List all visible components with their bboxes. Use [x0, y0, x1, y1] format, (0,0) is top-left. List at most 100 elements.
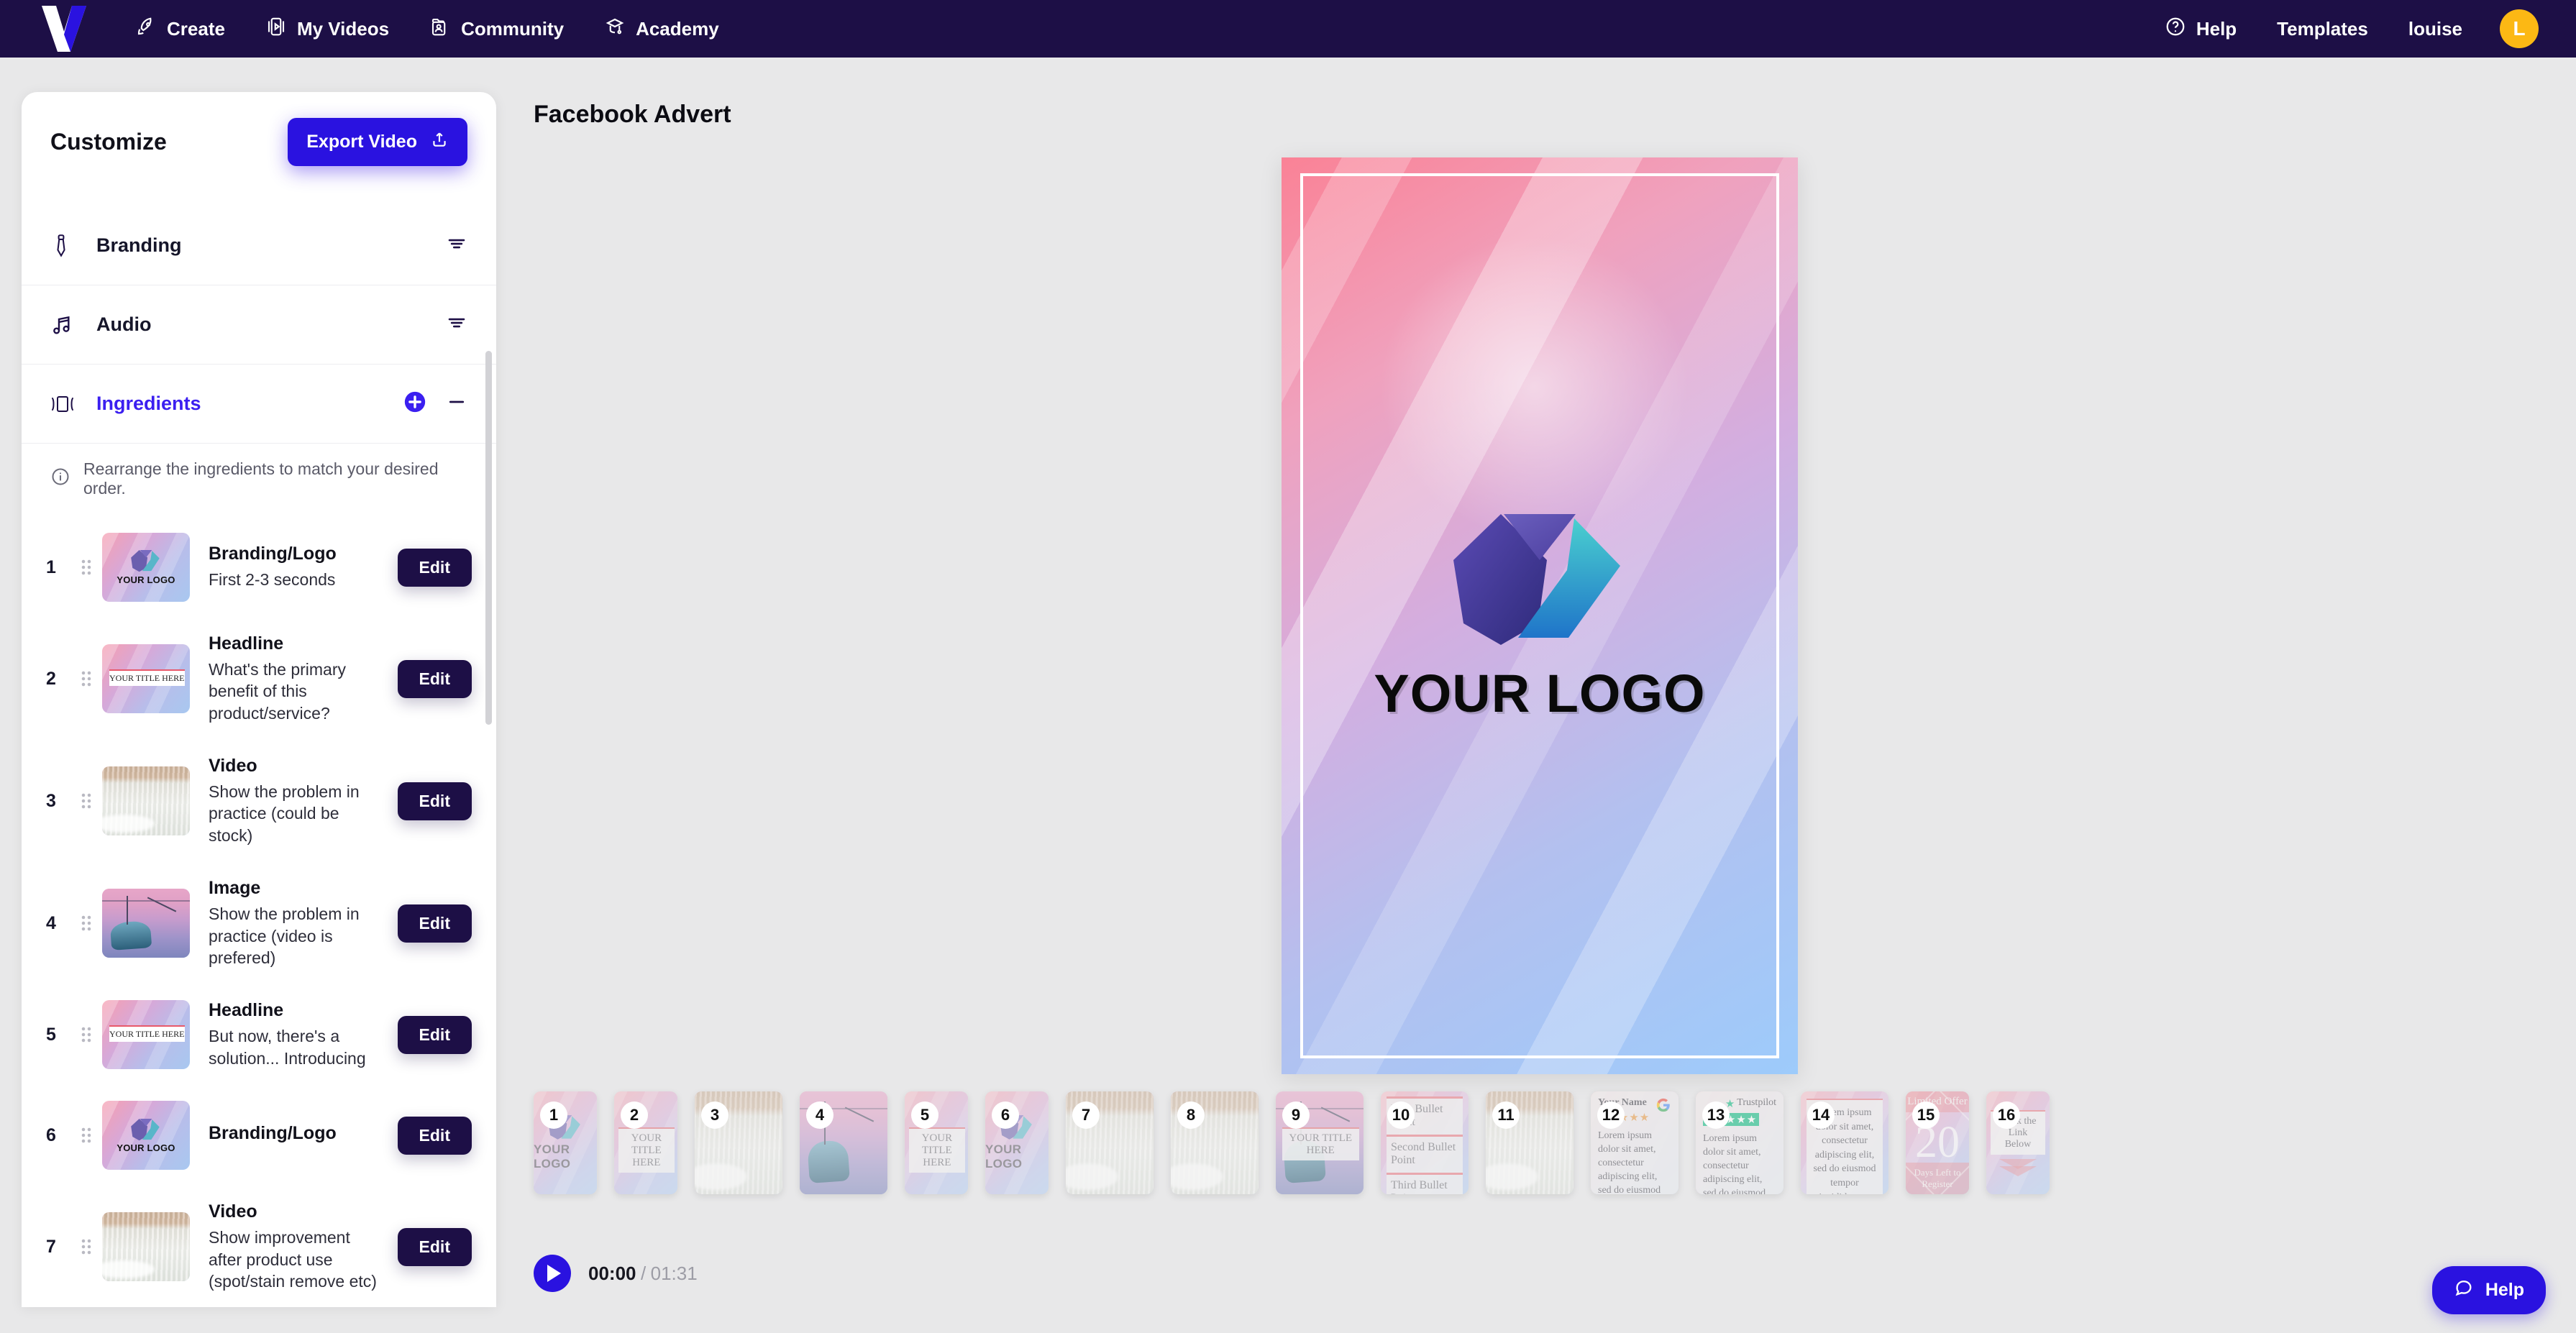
nav-item-label: Academy	[636, 17, 719, 40]
ingredients-list: 1 YOUR LOGO Branding/Logo First 2-3 seconds…	[22, 517, 496, 1307]
ingredient-description: First 2-3 seconds	[209, 570, 336, 590]
sidebar-item-branding[interactable]: Branding	[22, 206, 496, 285]
edit-ingredient-button[interactable]: Edit	[397, 1015, 472, 1054]
tie-icon	[50, 234, 83, 258]
ingredient-thumbnail[interactable]: YOUR LOGO	[102, 533, 190, 602]
drag-handle-icon[interactable]	[70, 1026, 102, 1043]
timeline-clip[interactable]: Your Name★★★★★Lorem ipsum dolor sit amet…	[1591, 1091, 1678, 1194]
timeline-clip[interactable]: ★ Trustpilot ★★★★★ Lorem ipsum dolor sit am…	[1696, 1091, 1783, 1194]
timeline-clip[interactable]: Lorem ipsum dolor sit amet, consectetur …	[1801, 1091, 1888, 1194]
sidebar-item-label: Branding	[96, 234, 182, 256]
rearrange-hint-text: Rearrange the ingredients to match your …	[83, 459, 439, 498]
ingredient-description: Show improvement after product use (spot…	[209, 1228, 377, 1291]
sidebar-item-audio[interactable]: Audio	[22, 285, 496, 365]
timeline-clip[interactable]: 8	[1171, 1091, 1259, 1194]
nav-help-button[interactable]: Help	[2145, 9, 2257, 50]
ingredient-thumbnail[interactable]	[102, 1212, 190, 1282]
timeline-clip[interactable]: 20 Limited Offer Days Left to Register 15	[1906, 1091, 1969, 1194]
ingredient-name: Video	[209, 1201, 257, 1222]
sidebar-item-ingredients[interactable]: Ingredients	[22, 365, 496, 444]
nav-item-label: My Videos	[296, 17, 390, 40]
ingredient-thumbnail[interactable]: YOUR TITLE HERE	[102, 1000, 190, 1070]
vidnami-v-logo[interactable]	[0, 0, 86, 58]
ingredient-index: 4	[46, 912, 56, 933]
edit-ingredient-button[interactable]: Edit	[397, 782, 472, 820]
edit-ingredient-button[interactable]: Edit	[397, 548, 472, 587]
clip-index-badge: 10	[1387, 1101, 1415, 1129]
navbar-left: Create My Videos Community Academy	[0, 0, 739, 58]
minus-icon[interactable]	[446, 391, 467, 416]
ingredient-text: Video Show the problem in practice (could…	[209, 756, 398, 846]
plus-circle-icon[interactable]	[403, 390, 427, 418]
drag-handle-icon[interactable]	[70, 1127, 102, 1144]
clip-index-badge: 8	[1177, 1101, 1205, 1129]
sliders-icon[interactable]	[446, 233, 467, 258]
edit-ingredient-button[interactable]: Edit	[397, 659, 472, 698]
thumb-title-card: YOUR TITLE HERE	[109, 1025, 185, 1042]
timeline-clip[interactable]: YOUR LOGO 6	[985, 1091, 1049, 1194]
timeline-clip[interactable]: 11	[1486, 1091, 1574, 1194]
play-button[interactable]	[534, 1255, 571, 1292]
ingredient-thumbnail[interactable]	[102, 766, 190, 836]
ingredient-row[interactable]: 2 YOUR TITLE HERE Headline What's the prima…	[22, 618, 496, 740]
edit-ingredient-button[interactable]: Edit	[397, 1227, 472, 1266]
avatar-initial: L	[2513, 17, 2526, 40]
drag-handle-icon[interactable]	[70, 1238, 102, 1255]
clip-index-badge: 6	[992, 1101, 1019, 1129]
ingredient-row[interactable]: 7 Video Show improvement after product use…	[22, 1186, 496, 1307]
canvas-border-frame	[1300, 173, 1779, 1058]
edit-ingredient-button[interactable]: Edit	[397, 1116, 472, 1155]
drag-handle-icon[interactable]	[70, 559, 102, 576]
nav-templates-button[interactable]: Templates	[2257, 11, 2388, 47]
sidebar-scrollbar[interactable]	[485, 351, 492, 725]
ingredient-description: Show the problem in practice (video is p…	[209, 904, 360, 967]
ingredient-thumbnail[interactable]	[102, 889, 190, 958]
sidebar-header: Customize Export Video	[22, 92, 496, 166]
help-fab-button[interactable]: Help	[2431, 1266, 2546, 1314]
video-preview-canvas[interactable]: YOUR LOGO	[1282, 157, 1798, 1074]
ingredient-text: Image Show the problem in practice (video…	[209, 878, 398, 968]
ingredient-thumbnail[interactable]: YOUR TITLE HERE	[102, 644, 190, 714]
export-video-button[interactable]: Export Video	[288, 118, 467, 166]
thumb-logo: YOUR LOGO	[102, 533, 190, 602]
ingredient-thumbnail[interactable]: YOUR LOGO	[102, 1101, 190, 1171]
timeline-clip[interactable]: YOUR TITLE HERE 9	[1276, 1091, 1364, 1194]
avatar[interactable]: L	[2500, 9, 2539, 48]
clip-index-badge: 4	[806, 1101, 833, 1129]
info-icon	[50, 467, 70, 491]
nav-username[interactable]: louise	[2388, 11, 2483, 47]
sliders-icon[interactable]	[446, 312, 467, 337]
nav-item-community[interactable]: Community	[409, 9, 584, 50]
timeline-clip[interactable]: Click the Link Below16	[1986, 1091, 2050, 1194]
edit-ingredient-button[interactable]: Edit	[397, 904, 472, 943]
timeline-clip[interactable]: First Bullet PointSecond Bullet PointThi…	[1381, 1091, 1469, 1194]
thumb-photo-waves	[102, 766, 190, 836]
drag-handle-icon[interactable]	[70, 670, 102, 687]
nav-item-create[interactable]: Create	[115, 9, 245, 50]
timeline-clip[interactable]: 3	[695, 1091, 782, 1194]
ingredient-index: 5	[46, 1024, 56, 1045]
drag-handle-icon[interactable]	[70, 915, 102, 932]
ingredient-row[interactable]: 6 YOUR LOGO Branding/Logo Edit	[22, 1085, 496, 1186]
current-time: 00:00	[588, 1262, 636, 1284]
ingredient-row[interactable]: 4 Image Show the problem in practice (vide…	[22, 862, 496, 984]
ingredient-row[interactable]: 3 Video Show the problem in practice (coul…	[22, 740, 496, 862]
timeline-clip[interactable]: YOUR TITLE HERE 5	[905, 1091, 968, 1194]
nav-item-academy[interactable]: Academy	[584, 9, 739, 50]
timeline-clip[interactable]: 4	[800, 1091, 887, 1194]
clip-index-badge: 9	[1282, 1101, 1310, 1129]
ingredient-index: 3	[46, 790, 56, 811]
timeline-clip[interactable]: YOUR LOGO 1	[534, 1091, 597, 1194]
play-icon	[547, 1265, 561, 1282]
clip-index-badge: 12	[1597, 1101, 1625, 1129]
timeline-clip[interactable]: YOUR TITLE HERE 2	[614, 1091, 677, 1194]
ingredient-row[interactable]: 5 YOUR TITLE HERE Headline But now, there's…	[22, 984, 496, 1085]
clip-index-badge: 3	[701, 1101, 729, 1129]
rocket-icon	[135, 16, 157, 42]
timeline-clip[interactable]: 7	[1066, 1091, 1154, 1194]
timeline-strip[interactable]: YOUR LOGO 1 YOUR TITLE HERE 2 3 4 YOUR TITLE H…	[534, 1091, 2547, 1206]
sidebar-item-label: Audio	[96, 313, 152, 335]
ingredient-row[interactable]: 1 YOUR LOGO Branding/Logo First 2-3 seconds…	[22, 517, 496, 618]
drag-handle-icon[interactable]	[70, 792, 102, 810]
nav-item-my-videos[interactable]: My Videos	[245, 9, 409, 50]
